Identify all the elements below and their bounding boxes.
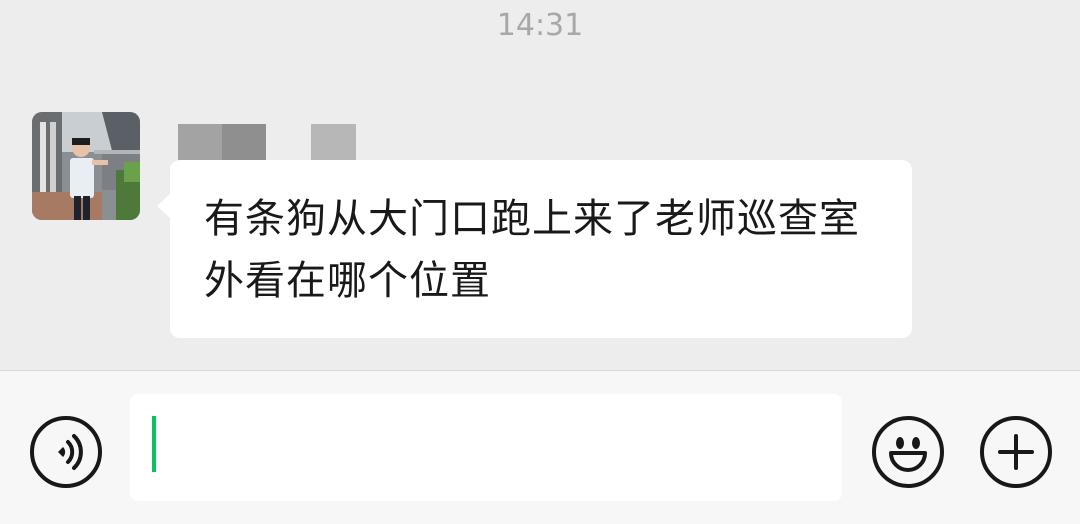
message-text: 有条狗从大门口跑上来了老师巡查室外看在哪个位置: [204, 196, 860, 304]
voice-button[interactable]: [30, 416, 102, 488]
message-input-box[interactable]: [130, 394, 842, 501]
plus-icon: [998, 434, 1034, 470]
voice-icon: [58, 434, 83, 470]
avatar-photo: [32, 112, 140, 220]
avatar[interactable]: [32, 112, 140, 220]
emoji-icon: [889, 437, 927, 472]
message-timestamp: 14:31: [496, 8, 584, 43]
chat-area: 14:31 有条狗从大门口跑上来了老师巡查室外看在哪个位置: [0, 0, 1080, 370]
text-caret: [152, 416, 156, 472]
bubble-tail: [157, 193, 171, 219]
more-button[interactable]: [980, 416, 1052, 488]
message-input[interactable]: [130, 394, 842, 501]
emoji-button[interactable]: [872, 416, 944, 488]
message-bubble[interactable]: 有条狗从大门口跑上来了老师巡查室外看在哪个位置: [170, 160, 912, 338]
input-bar: [0, 370, 1080, 524]
